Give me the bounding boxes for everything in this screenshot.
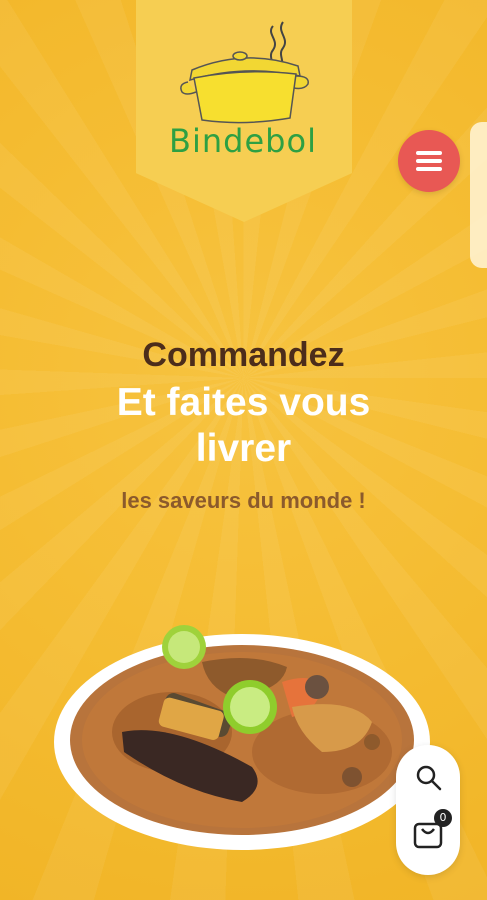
hero-subtitle: Et faites vous livrer [0,380,487,472]
search-icon[interactable] [414,763,442,791]
brand-name[interactable]: Bindebol [168,122,318,160]
hero-subtitle-line1: Et faites vous [116,381,371,424]
floating-action-bar: 0 [396,745,460,875]
hero-title: Commandez [142,336,345,374]
hero-subtitle-line2: livrer [195,427,292,470]
menu-button[interactable] [398,130,460,192]
hamburger-icon [416,151,442,171]
cart-count-badge: 0 [434,809,452,827]
pot-logo-icon[interactable] [178,18,312,128]
hero-tagline: les saveurs du monde ! [121,488,366,513]
side-drawer-tab[interactable] [470,122,487,268]
food-dish-image [54,625,430,850]
